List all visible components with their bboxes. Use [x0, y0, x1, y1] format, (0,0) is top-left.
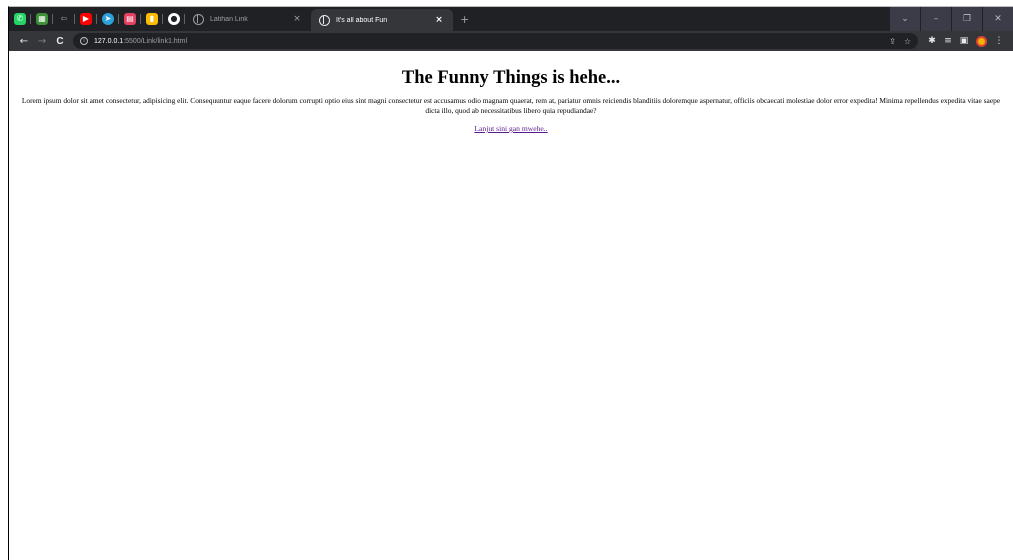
new-tab-button[interactable]: + — [453, 13, 476, 26]
extensions-icon[interactable]: ✱ — [924, 36, 940, 46]
pinned-tab-whatsapp[interactable]: ✆ — [9, 7, 31, 31]
lorem-paragraph: Lorem ipsum dolor sit amet consectetur, … — [21, 96, 1001, 115]
reading-list-icon[interactable]: ≡ — [940, 36, 956, 46]
site-info-icon[interactable]: i — [80, 37, 88, 45]
window-controls: ⌄ – ❐ ✕ — [889, 7, 1013, 31]
side-panel-icon[interactable]: ▣ — [956, 36, 972, 46]
back-arrow-icon: ⇦ — [60, 14, 68, 23]
address-host: 127.0.0.1 — [94, 37, 124, 45]
pinned-tab-back[interactable]: ⇦ — [53, 7, 75, 31]
reload-button[interactable]: C — [51, 36, 69, 47]
tab-title: Latihan Link — [210, 15, 248, 23]
github-icon: ● — [168, 13, 180, 25]
back-button[interactable]: ← — [15, 36, 33, 47]
tab-latihan-link[interactable]: Latihan Link × — [185, 7, 311, 31]
pinned-tab-telegram[interactable]: ➤ — [97, 7, 119, 31]
keep-icon: ▮ — [146, 13, 158, 25]
close-icon[interactable]: × — [433, 15, 445, 25]
telegram-icon: ➤ — [102, 13, 114, 25]
lanjut-link[interactable]: Lanjut sini gan mwehe.. — [474, 124, 547, 133]
minimize-button[interactable]: – — [921, 7, 951, 31]
close-window-button[interactable]: ✕ — [983, 7, 1013, 31]
profile-avatar[interactable] — [976, 35, 987, 47]
forward-button[interactable]: → — [33, 36, 51, 47]
tab-title: It's all about Fun — [336, 16, 388, 24]
pinned-tab-store[interactable]: ▤ — [119, 7, 141, 31]
tab-its-all-about-fun[interactable]: It's all about Fun × — [311, 9, 453, 31]
globe-icon — [193, 13, 204, 25]
share-icon[interactable]: ⇪ — [889, 37, 896, 46]
address-path: :5500/Link/link1.html — [123, 37, 188, 45]
browser-window: ✆ ▦ ⇦ ▶ ➤ ▤ ▮ ● Latihan Link × It's all … — [8, 6, 1013, 560]
whatsapp-icon: ✆ — [14, 13, 26, 25]
menu-icon[interactable]: ⋮ — [991, 36, 1007, 46]
pinned-tab-spreadsheet[interactable]: ▦ — [31, 7, 53, 31]
tab-search-chevron-icon[interactable]: ⌄ — [890, 7, 920, 31]
address-bar-tools: ⇪ ☆ — [889, 37, 911, 46]
pinned-tab-youtube[interactable]: ▶ — [75, 7, 97, 31]
globe-icon — [319, 14, 330, 26]
address-bar[interactable]: i 127.0.0.1:5500/Link/link1.html ⇪ ☆ — [73, 33, 918, 49]
close-icon[interactable]: × — [291, 14, 303, 24]
store-icon: ▤ — [124, 13, 136, 25]
restore-button[interactable]: ❐ — [952, 7, 982, 31]
spreadsheet-icon: ▦ — [36, 13, 48, 25]
pinned-tab-github[interactable]: ● — [163, 7, 185, 31]
page-viewport: The Funny Things is hehe... Lorem ipsum … — [9, 51, 1013, 560]
link-row: Lanjut sini gan mwehe.. — [9, 124, 1013, 133]
tab-strip: ✆ ▦ ⇦ ▶ ➤ ▤ ▮ ● Latihan Link × It's all … — [9, 7, 1013, 31]
pinned-tab-keep[interactable]: ▮ — [141, 7, 163, 31]
youtube-icon: ▶ — [80, 13, 92, 25]
browser-toolbar: ← → C i 127.0.0.1:5500/Link/link1.html ⇪… — [9, 31, 1013, 51]
page-heading: The Funny Things is hehe... — [401, 68, 621, 88]
bookmark-star-icon[interactable]: ☆ — [904, 37, 911, 46]
